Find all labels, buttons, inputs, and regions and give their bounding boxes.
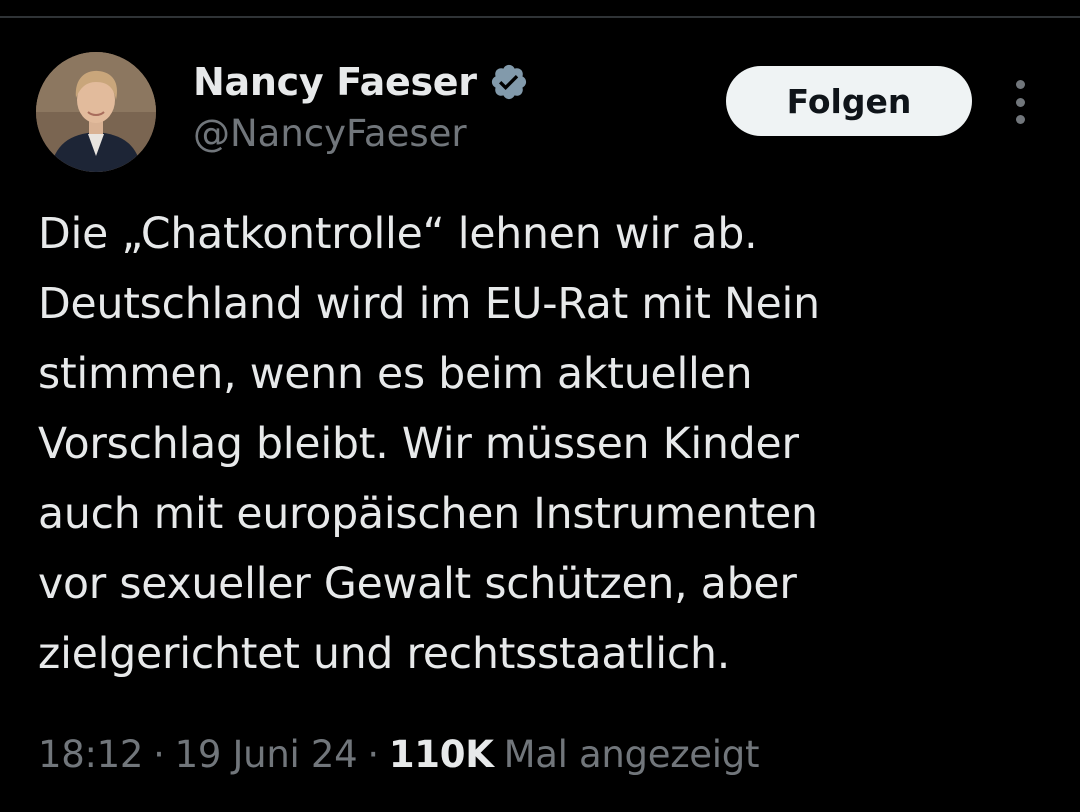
more-dot xyxy=(1015,97,1025,107)
author-name-row: Nancy Faeser xyxy=(193,56,529,108)
more-vertical-icon[interactable] xyxy=(1006,80,1034,124)
more-dot xyxy=(1015,115,1025,124)
verified-badge-icon xyxy=(489,62,529,102)
author-handle[interactable]: @NancyFaeser xyxy=(193,112,467,155)
tweet-time[interactable]: 18:12 xyxy=(38,733,143,776)
meta-separator: · xyxy=(153,732,165,776)
view-count: 110K xyxy=(388,732,494,776)
more-dot xyxy=(1015,80,1025,89)
avatar[interactable] xyxy=(36,52,156,172)
tweet: Nancy Faeser @NancyFaeser Folgen Die „Ch… xyxy=(0,0,1080,812)
tweet-text: Die „Chatkontrolle“ lehnen wir ab. Deuts… xyxy=(38,210,820,679)
views-label: Mal angezeigt xyxy=(503,732,760,776)
tweet-meta: 18:12 · 19 Juni 24 · 110K Mal angezeigt xyxy=(38,724,759,784)
author-display-name[interactable]: Nancy Faeser xyxy=(193,60,477,104)
follow-button[interactable]: Folgen xyxy=(726,66,972,136)
tweet-date[interactable]: 19 Juni 24 xyxy=(175,733,358,776)
meta-separator: · xyxy=(367,732,379,776)
avatar-photo xyxy=(36,52,156,172)
